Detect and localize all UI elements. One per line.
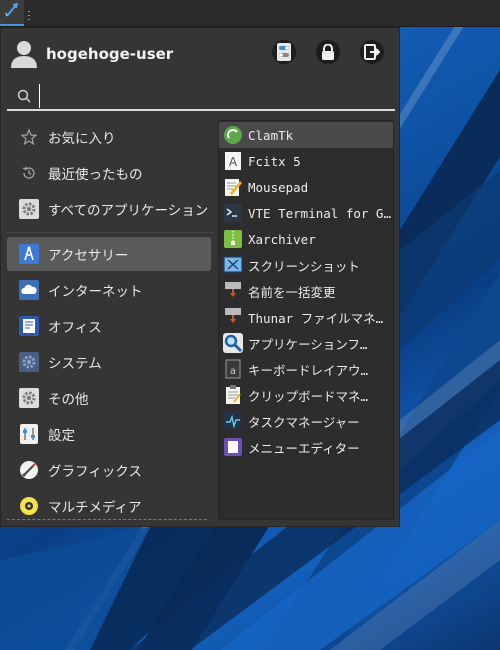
whisker-menu-button[interactable]: [0, 0, 24, 26]
category-label: グラフィックス: [48, 464, 142, 480]
cloud-icon: [18, 279, 40, 301]
category-label: お気に入り: [48, 131, 116, 147]
app-clamtk[interactable]: ClamTk: [219, 122, 393, 148]
app-fcitx5[interactable]: A Fcitx 5: [219, 148, 393, 174]
app-xarchiver[interactable]: Xarchiver: [219, 226, 393, 252]
app-label: Thunar ファイルマネ…: [248, 310, 384, 326]
screenshot-icon: [223, 255, 243, 275]
mousepad-icon: [223, 177, 243, 197]
fcitx-icon: A: [223, 151, 243, 171]
svg-text:a: a: [230, 366, 236, 377]
clamtk-icon: [223, 125, 243, 145]
category-label: すべてのアプリケーション: [48, 203, 209, 219]
menu-header: hogehoge-user: [1, 28, 401, 80]
category-recent[interactable]: 最近使ったもの: [7, 156, 211, 190]
application-list: ClamTk A Fcitx 5 Mousepad VTE Terminal f…: [218, 120, 394, 520]
xfce-mouse-icon: [4, 2, 20, 22]
whisker-menu: hogehoge-user お気に入り 最近使ったもの すべてのアプリケーション…: [0, 27, 400, 527]
category-label: その他: [48, 392, 89, 408]
app-label: タスクマネージャー: [248, 414, 360, 430]
app-mousepad[interactable]: Mousepad: [219, 174, 393, 200]
app-screenshot[interactable]: スクリーンショット: [219, 252, 393, 278]
avatar[interactable]: [11, 40, 37, 68]
app-thunar[interactable]: Thunar ファイルマネ…: [219, 304, 393, 330]
category-label: システム: [48, 356, 102, 372]
category-all-applications[interactable]: すべてのアプリケーション: [7, 192, 211, 226]
app-finder-icon: [223, 333, 243, 353]
logout-button[interactable]: [360, 40, 384, 64]
panel-handle-icon[interactable]: [27, 7, 31, 20]
graphics-icon: [18, 459, 40, 481]
category-separator: [7, 232, 213, 233]
app-application-finder[interactable]: アプリケーションフ…: [219, 330, 393, 356]
app-label: アプリケーションフ…: [248, 336, 368, 352]
multimedia-icon: [18, 495, 40, 517]
category-list: お気に入り 最近使ったもの すべてのアプリケーション アクセサリー インターネッ…: [7, 120, 213, 524]
category-label: インターネット: [48, 284, 143, 300]
app-keyboard-layout[interactable]: a キーボードレイアウ…: [219, 356, 393, 382]
category-label: オフィス: [48, 320, 102, 336]
search-bar: [7, 81, 395, 111]
app-label: Mousepad: [248, 179, 309, 195]
clipboard-icon: [223, 385, 243, 405]
settings-toggle-icon: [277, 43, 291, 61]
app-task-manager[interactable]: タスクマネージャー: [219, 408, 393, 434]
scroll-indicator: [7, 519, 207, 520]
category-multimedia[interactable]: マルチメディア: [7, 489, 211, 523]
app-clipboard-manager[interactable]: クリップボードマネ…: [219, 382, 393, 408]
keyboard-layout-icon: a: [223, 359, 243, 379]
app-label: キーボードレイアウ…: [248, 362, 369, 378]
category-label: 設定: [48, 428, 75, 444]
category-internet[interactable]: インターネット: [7, 273, 211, 307]
category-label: 最近使ったもの: [48, 167, 143, 183]
search-icon: [17, 88, 31, 107]
user-avatar-icon: [11, 41, 37, 68]
archive-icon: [223, 229, 243, 249]
office-icon: [18, 315, 40, 337]
system-gear-icon: [18, 351, 40, 373]
rename-icon: [223, 281, 243, 301]
terminal-icon: [223, 203, 243, 223]
task-manager-icon: [223, 411, 243, 431]
gear-icon: [18, 198, 40, 220]
app-label: スクリーンショット: [248, 258, 360, 274]
app-label: Xarchiver: [248, 231, 316, 247]
category-settings[interactable]: 設定: [7, 417, 211, 451]
app-menu-editor[interactable]: メニューエディター: [219, 434, 393, 460]
logout-icon: [364, 44, 380, 60]
search-input[interactable]: [39, 84, 385, 108]
lock-screen-button[interactable]: [316, 40, 340, 64]
category-other[interactable]: その他: [7, 381, 211, 415]
settings-icon: [18, 423, 40, 445]
app-label: メニューエディター: [248, 440, 360, 456]
category-accessories[interactable]: アクセサリー: [7, 237, 211, 271]
category-system[interactable]: システム: [7, 345, 211, 379]
top-panel: [0, 0, 500, 27]
menu-editor-icon: [223, 437, 243, 457]
app-bulk-rename[interactable]: 名前を一括変更: [219, 278, 393, 304]
star-icon: [18, 126, 40, 148]
accessories-icon: [18, 243, 40, 265]
app-label: クリップボードマネ…: [248, 388, 369, 404]
category-label: アクセサリー: [48, 248, 129, 264]
app-vte-terminal[interactable]: VTE Terminal for G…: [219, 200, 393, 226]
category-office[interactable]: オフィス: [7, 309, 211, 343]
other-gear-icon: [18, 387, 40, 409]
app-label: ClamTk: [248, 127, 294, 143]
category-graphics[interactable]: グラフィックス: [7, 453, 211, 487]
category-favorites[interactable]: お気に入り: [7, 120, 211, 154]
settings-button[interactable]: [272, 40, 296, 64]
app-label: Fcitx 5: [248, 153, 301, 169]
history-icon: [18, 162, 40, 184]
lock-icon: [322, 44, 334, 60]
thunar-icon: [223, 307, 243, 327]
svg-text:A: A: [229, 155, 238, 169]
category-label: マルチメディア: [48, 500, 142, 516]
app-label: VTE Terminal for G…: [248, 205, 391, 221]
app-label: 名前を一括変更: [248, 284, 336, 300]
username: hogehoge-user: [46, 45, 174, 63]
